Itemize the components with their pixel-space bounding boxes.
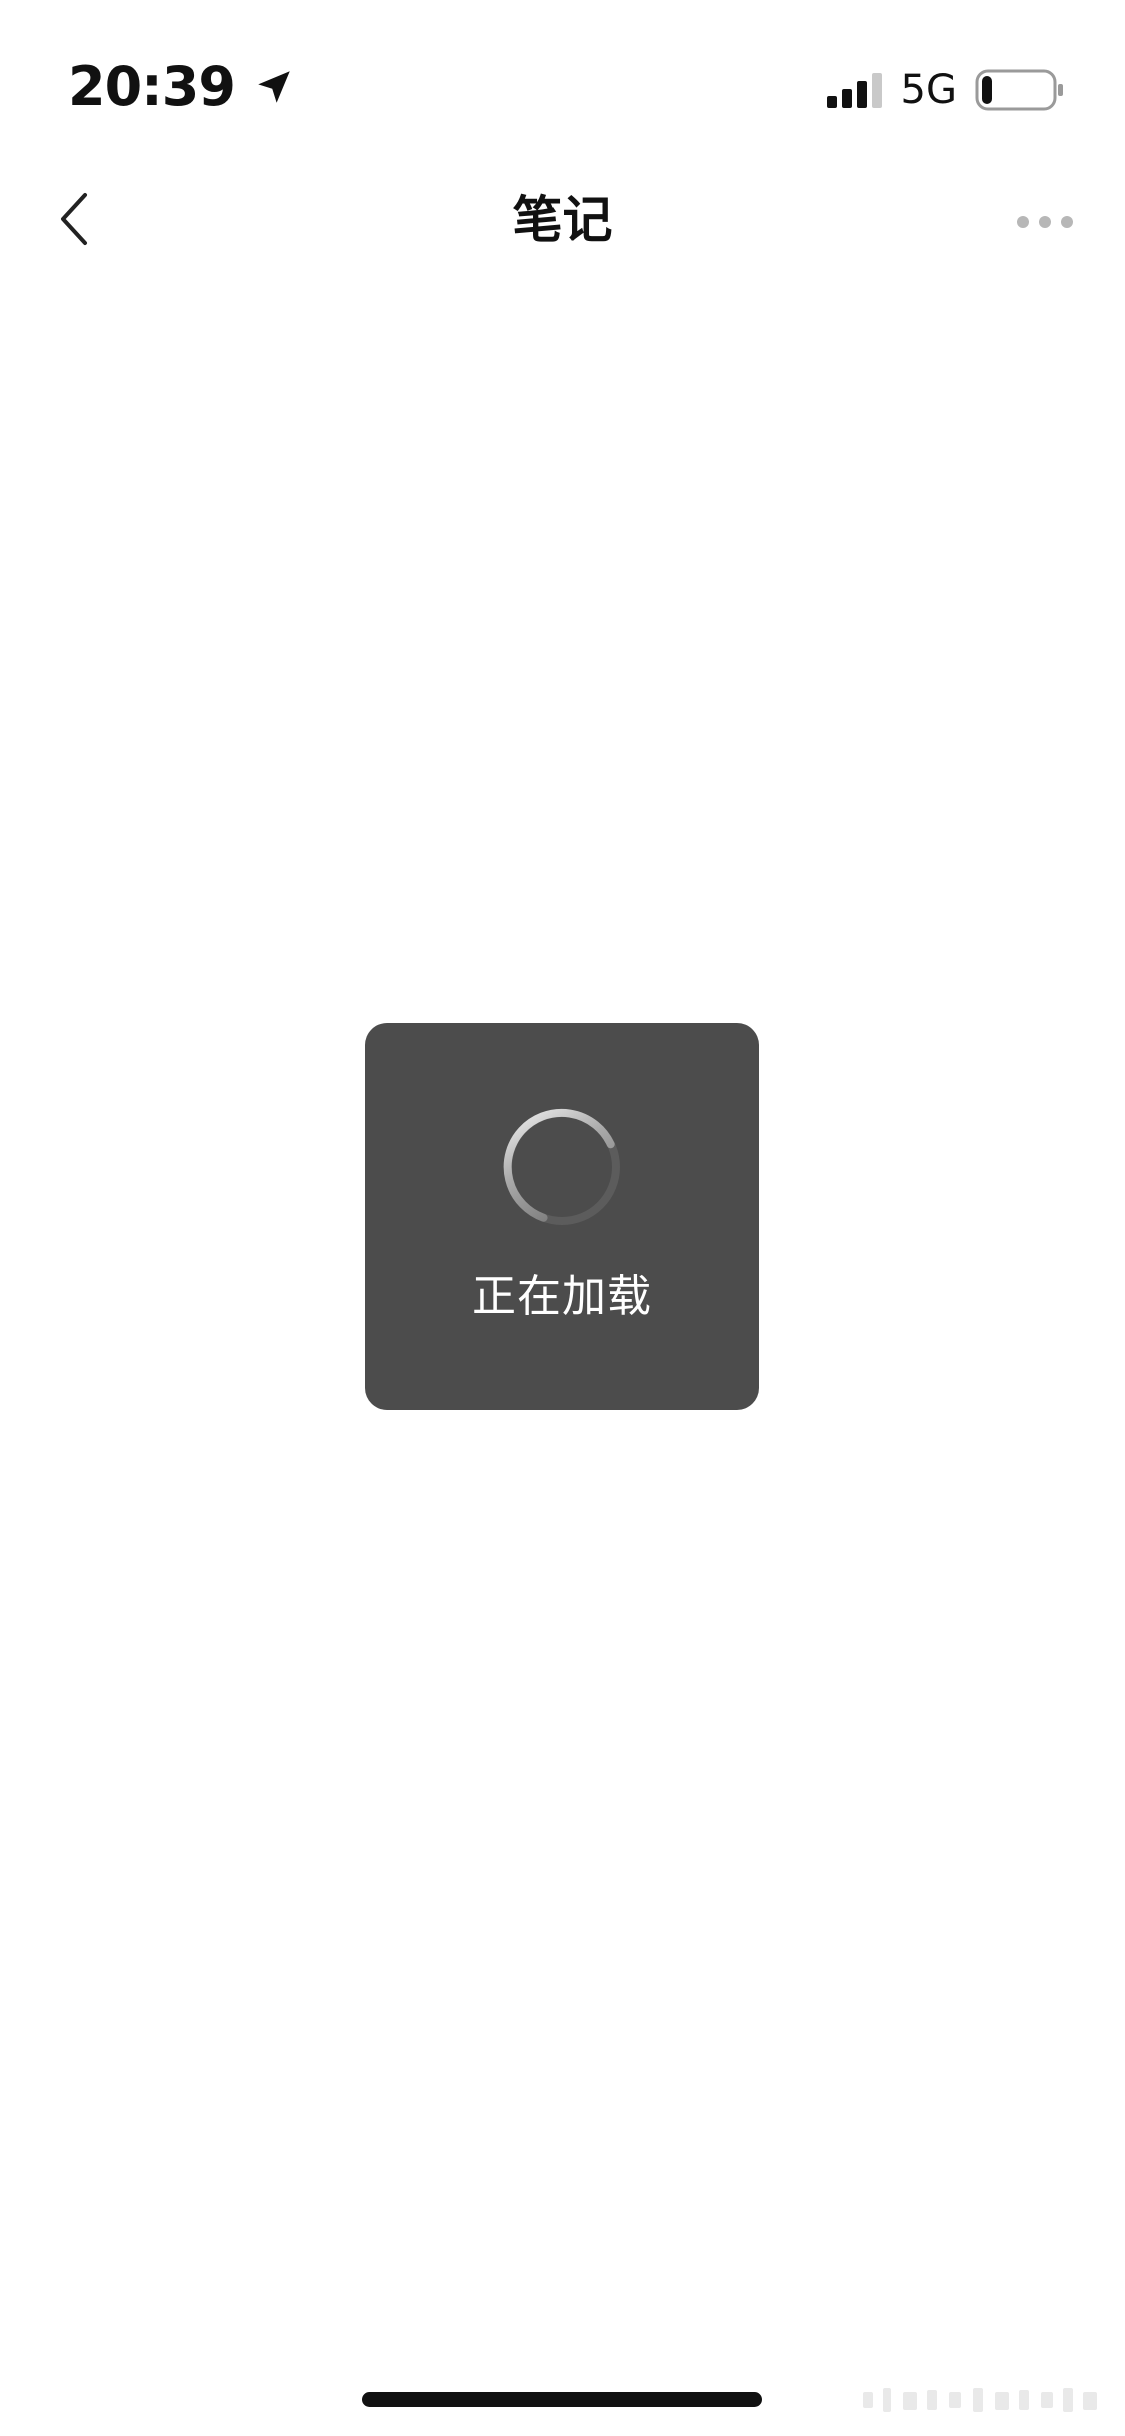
page-title: 笔记 xyxy=(512,191,613,249)
status-time-group: 20:39 xyxy=(68,52,295,122)
status-time: 20:39 xyxy=(68,55,236,118)
more-button[interactable] xyxy=(995,192,1095,252)
loading-toast: 正在加载 xyxy=(365,1023,759,1410)
network-type: 5G xyxy=(900,67,957,113)
watermark xyxy=(857,2382,1107,2418)
loading-spinner-icon xyxy=(500,1105,624,1229)
navigation-bar: 笔记 xyxy=(0,150,1125,290)
signal-bar-3 xyxy=(856,81,867,108)
status-indicators: 5G xyxy=(825,62,1065,118)
more-dots-icon xyxy=(1012,213,1078,232)
status-bar: 20:39 5G xyxy=(0,0,1125,150)
battery-icon xyxy=(975,68,1065,112)
loading-text: 正在加载 xyxy=(472,1271,652,1322)
home-indicator[interactable] xyxy=(362,2392,762,2407)
location-arrow-icon xyxy=(253,66,295,108)
signal-bar-1 xyxy=(826,96,837,108)
signal-bar-2 xyxy=(841,89,852,108)
cellular-signal-icon xyxy=(825,70,885,110)
battery-fill xyxy=(982,76,992,104)
signal-bar-4 xyxy=(871,73,882,108)
